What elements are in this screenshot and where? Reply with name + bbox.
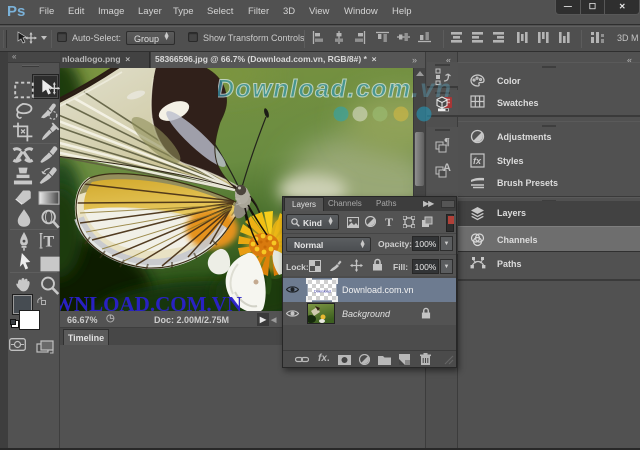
svg-text:¶: ¶: [444, 136, 450, 148]
svg-text:fx: fx: [473, 156, 482, 166]
svg-text:A: A: [443, 162, 451, 174]
svg-text:Download: Download: [314, 290, 331, 294]
svg-text:T: T: [43, 233, 54, 251]
svg-text:WNLOAD.COM.VN: WNLOAD.COM.VN: [60, 292, 242, 311]
